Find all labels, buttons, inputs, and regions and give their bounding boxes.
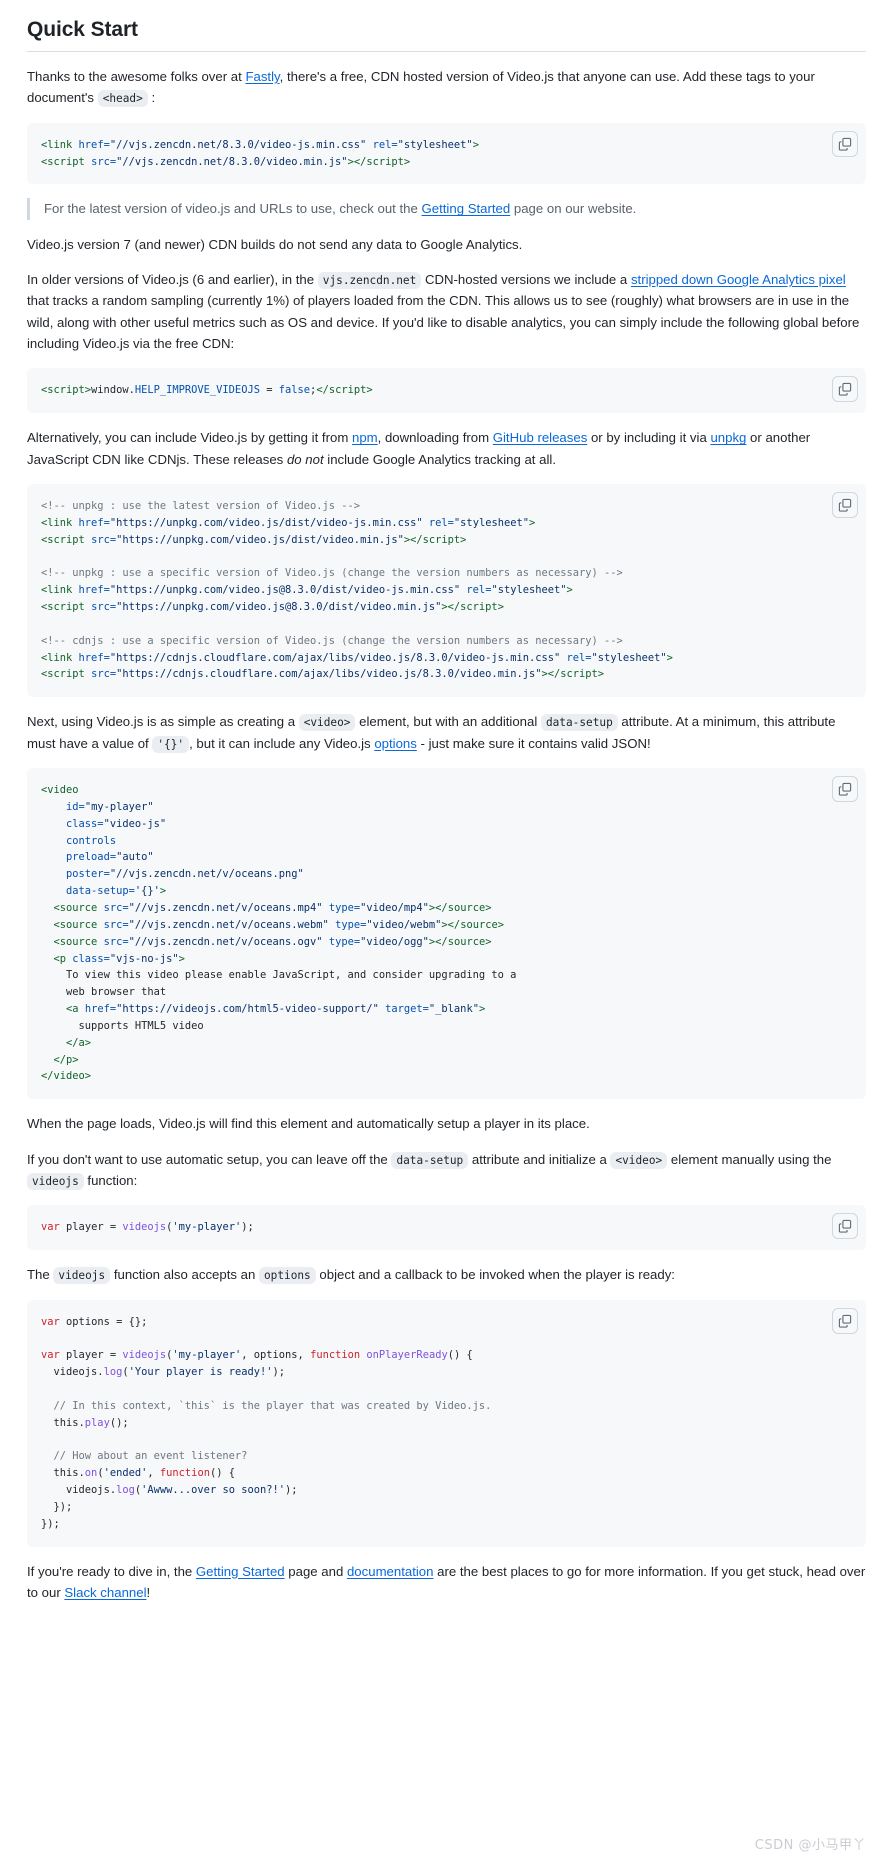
link-unpkg[interactable]: unpkg [710, 430, 746, 445]
code-content-unpkg-cdnjs: <!-- unpkg : use the latest version of V… [41, 500, 673, 681]
older-text-2: CDN-hosted versions we include a [421, 271, 631, 287]
final-paragraph: If you're ready to dive in, the Getting … [27, 1561, 866, 1604]
page-load-paragraph: When the page loads, Video.js will find … [27, 1116, 590, 1132]
copy-icon [838, 498, 852, 512]
code-block-cdn-tags: <link href="//vjs.zencdn.net/8.3.0/video… [27, 122, 866, 185]
intro-text-3: : [147, 90, 156, 106]
link-ga-pixel[interactable]: stripped down Google Analytics pixel [631, 272, 846, 287]
link-documentation[interactable]: documentation [347, 1564, 434, 1579]
copy-icon [838, 137, 852, 151]
final-text-1: If you're ready to dive in, the [27, 1563, 196, 1579]
inline-code-options: options [258, 1267, 316, 1285]
alt-text-3: or by including it via [587, 430, 711, 446]
callback-paragraph: The videojs function also accepts an opt… [27, 1264, 866, 1285]
code-content-video-element: <video id="my-player" class="video-js" c… [41, 784, 517, 1083]
code-content-disable-analytics: <script>window.HELP_IMPROVE_VIDEOJS = fa… [41, 384, 373, 397]
page-title: Quick Start [27, 18, 866, 52]
inline-code-videojs: videojs [27, 1173, 84, 1190]
copy-icon-button-1[interactable] [832, 130, 858, 157]
copy-icon [838, 782, 852, 796]
alt-text-1: Alternatively, you can include Video.js … [27, 430, 352, 446]
alt-text-2: , downloading from [377, 430, 493, 446]
note-blockquote: For the latest version of video.js and U… [27, 198, 866, 220]
analytics-v7-paragraph: Video.js version 7 (and newer) CDN build… [27, 236, 523, 252]
copy-icon-button-5[interactable] [832, 1213, 858, 1240]
final-text-4: ! [146, 1584, 151, 1600]
cb-text-2: function also accepts an [110, 1267, 259, 1283]
inline-code-video-tag: <video> [298, 714, 356, 732]
code-block-video-element: <video id="my-player" class="video-js" c… [27, 768, 866, 1100]
note-text-1: For the latest version of video.js and U… [44, 201, 422, 217]
code-content-manual-init: var player = videojs('my-player'); [41, 1221, 254, 1234]
code-block-disable-analytics: <script>window.HELP_IMPROVE_VIDEOJS = fa… [27, 368, 866, 414]
inline-code-head: <head> [97, 90, 148, 108]
cb-text-3: object and a callback to be invoked when… [315, 1267, 675, 1283]
next-text-2: element, but with an additional [355, 714, 541, 730]
copy-icon [838, 382, 852, 397]
code-block-unpkg-cdnjs: <!-- unpkg : use the latest version of V… [27, 484, 866, 698]
copy-icon-button-6[interactable] [832, 1307, 858, 1334]
inline-code-data-setup-2: data-setup [391, 1151, 469, 1169]
next-text-4: , but it can include any Video.js [189, 735, 375, 751]
alt-emphasis: do not [286, 451, 324, 467]
code-block-manual-init: var player = videojs('my-player'); [27, 1205, 866, 1251]
manual-text-3: element manually using the [667, 1151, 832, 1167]
copy-icon-button-2[interactable] [832, 376, 858, 403]
note-text-2: page on our website. [510, 201, 637, 217]
link-options[interactable]: options [374, 736, 417, 751]
csdn-watermark: CSDN @小马甲丫 [754, 1838, 866, 1853]
code-content-options-callback: var options = {}; var player = videojs('… [41, 1315, 492, 1530]
cb-text-1: The [27, 1267, 54, 1283]
next-steps-paragraph: Next, using Video.js is as simple as cre… [27, 711, 866, 754]
inline-code-zencdn: vjs.zencdn.net [317, 271, 422, 289]
link-github-releases[interactable]: GitHub releases [493, 430, 588, 445]
document-body: Quick Start Thanks to the awesome folks … [0, 0, 893, 1603]
inline-code-videojs-2: videojs [53, 1267, 111, 1285]
inline-code-data-setup: data-setup [540, 714, 618, 732]
manual-text-2: attribute and initialize a [468, 1151, 611, 1167]
inline-code-empty-brace: '{}' [152, 735, 190, 753]
link-fastly[interactable]: Fastly [245, 69, 279, 84]
older-text-3: that tracks a random sampling (currently… [27, 293, 860, 352]
link-npm[interactable]: npm [352, 430, 378, 445]
link-slack-channel[interactable]: Slack channel [64, 1585, 146, 1600]
intro-text-1: Thanks to the awesome folks over at [27, 69, 246, 84]
manual-text-4: function: [83, 1173, 138, 1188]
older-text-1: In older versions of Video.js (6 and ear… [27, 271, 318, 287]
alternative-install-paragraph: Alternatively, you can include Video.js … [27, 427, 866, 470]
final-text-2: page and [284, 1563, 347, 1579]
alt-text-5: include Google Analytics tracking at all… [323, 451, 556, 467]
code-block-options-callback: var options = {}; var player = videojs('… [27, 1299, 866, 1547]
link-getting-started-note[interactable]: Getting Started [422, 201, 511, 216]
copy-icon [838, 1314, 852, 1328]
intro-paragraph: Thanks to the awesome folks over at Fast… [27, 66, 866, 109]
manual-text-1: If you don't want to use automatic setup… [27, 1151, 392, 1167]
copy-icon-button-3[interactable] [832, 492, 858, 519]
copy-icon [838, 1219, 852, 1233]
older-versions-paragraph: In older versions of Video.js (6 and ear… [27, 269, 866, 355]
next-text-5: - just make sure it contains valid JSON! [416, 735, 651, 751]
next-text-1: Next, using Video.js is as simple as cre… [27, 714, 299, 730]
link-getting-started-final[interactable]: Getting Started [196, 1564, 285, 1579]
inline-code-video-tag-2: <video> [610, 1151, 668, 1169]
manual-setup-paragraph: If you don't want to use automatic setup… [27, 1149, 866, 1192]
copy-icon-button-4[interactable] [832, 776, 858, 803]
code-content-cdn-tags: <link href="//vjs.zencdn.net/8.3.0/video… [41, 138, 479, 168]
